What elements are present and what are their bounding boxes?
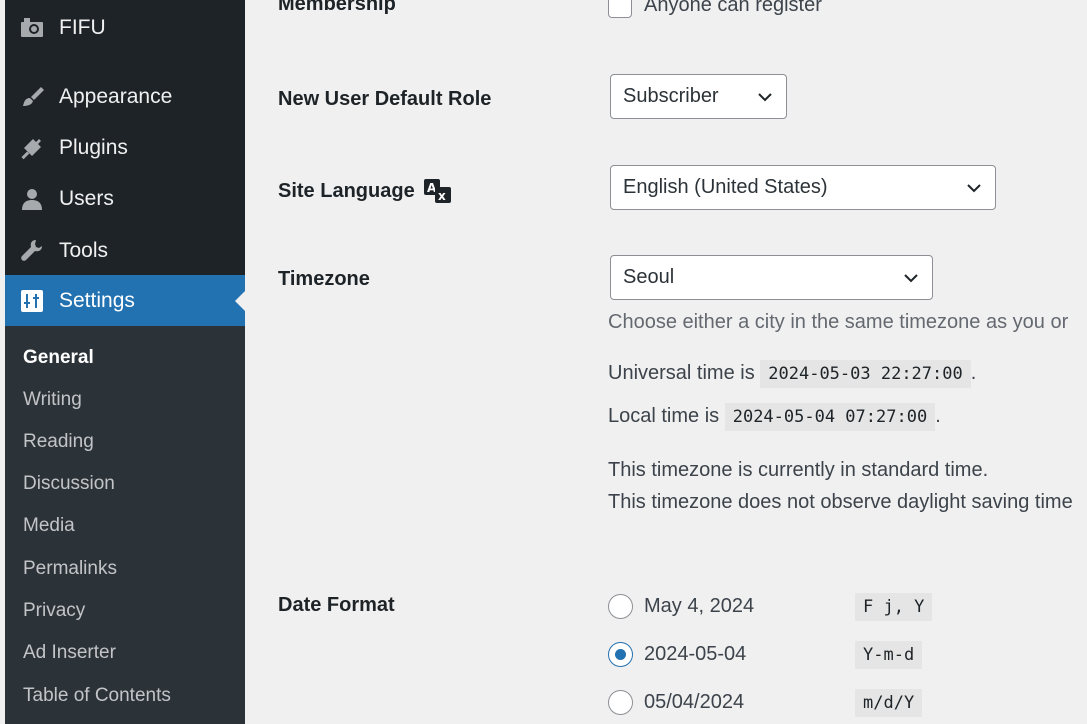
date-format-option-label: 05/04/2024 (644, 691, 745, 713)
sidebar-item-plugins[interactable]: Plugins (5, 122, 245, 173)
local-time-period: . (935, 405, 941, 427)
user-icon (17, 186, 47, 212)
sidebar-item-appearance[interactable]: Appearance (5, 71, 245, 122)
submenu-item-general[interactable]: General (23, 347, 94, 369)
default-role-select[interactable]: Subscriber (610, 74, 787, 119)
sidebar-item-label: Appearance (59, 84, 173, 108)
universal-time-value: 2024-05-03 22:27:00 (760, 360, 971, 388)
local-time-prefix: Local time is (608, 405, 720, 427)
timezone-label: Timezone (278, 268, 370, 290)
chevron-down-icon (965, 179, 983, 197)
admin-sidebar: FIFU Appearance Plugins Users Tools Sett… (5, 0, 245, 724)
date-format-radio[interactable] (608, 690, 633, 715)
local-time-value: 2024-05-04 07:27:00 (724, 403, 936, 431)
sidebar-item-fifu[interactable]: FIFU (5, 2, 245, 53)
sidebar-item-tools[interactable]: Tools (5, 225, 245, 276)
plug-icon (17, 135, 47, 161)
active-indicator (235, 291, 245, 311)
universal-time-row: Universal time is 2024-05-03 22:27:00. (608, 360, 977, 388)
paintbrush-icon (17, 84, 47, 110)
date-format-code: Y-m-d (855, 641, 923, 669)
date-format-option-label: 2024-05-04 (644, 643, 747, 665)
dst-status-line1: This timezone is currently in standard t… (608, 459, 989, 481)
date-format-code: m/d/Y (855, 689, 923, 717)
submenu-item-reading[interactable]: Reading (23, 431, 94, 453)
submenu-item-writing[interactable]: Writing (23, 389, 82, 411)
sidebar-item-label: FIFU (59, 15, 106, 39)
submenu-item-ad-inserter[interactable]: Ad Inserter (23, 642, 116, 664)
sliders-icon (17, 288, 47, 314)
timezone-hint: Choose either a city in the same timezon… (608, 311, 1069, 333)
default-role-value: Subscriber (623, 85, 719, 107)
timezone-value: Seoul (623, 266, 675, 288)
local-time-row: Local time is 2024-05-04 07:27:00. (608, 403, 941, 431)
submenu-item-media[interactable]: Media (23, 515, 75, 537)
sidebar-item-label: Users (59, 186, 114, 210)
date-format-option-label: May 4, 2024 (644, 595, 755, 617)
camera-icon (17, 15, 47, 41)
date-format-radio[interactable] (608, 594, 633, 619)
dst-status-line2: This timezone does not observe daylight … (608, 491, 1073, 513)
wrench-icon (17, 238, 47, 264)
anyone-can-register-label: Anyone can register (644, 0, 822, 16)
universal-time-prefix: Universal time is (608, 362, 755, 384)
site-language-value: English (United States) (623, 176, 828, 198)
sidebar-item-users[interactable]: Users (5, 173, 245, 224)
chevron-down-icon (902, 269, 920, 287)
site-language-select[interactable]: English (United States) (610, 165, 996, 210)
sidebar-item-label: Tools (59, 238, 109, 262)
submenu-item-discussion[interactable]: Discussion (23, 473, 115, 495)
date-format-label: Date Format (278, 594, 395, 616)
universal-time-period: . (970, 362, 977, 384)
submenu-item-table-of-contents[interactable]: Table of Contents (23, 685, 171, 707)
sidebar-item-label: Plugins (59, 135, 128, 159)
default-role-label: New User Default Role (278, 88, 492, 110)
sidebar-item-label: Settings (59, 288, 135, 312)
submenu-item-permalinks[interactable]: Permalinks (23, 558, 117, 580)
chevron-down-icon (756, 88, 774, 106)
translate-icon: Ax (423, 178, 453, 204)
anyone-can-register-checkbox[interactable] (608, 0, 632, 18)
membership-label: Membership (278, 0, 396, 15)
date-format-code: F j, Y (855, 593, 933, 621)
submenu-item-privacy[interactable]: Privacy (23, 600, 85, 622)
settings-submenu: General Writing Reading Discussion Media… (5, 326, 245, 724)
site-language-label: Site Language (278, 179, 415, 202)
sidebar-item-settings[interactable]: Settings (5, 275, 245, 326)
svg-text:x: x (438, 189, 446, 203)
site-language-label-row: Site Language Ax (278, 178, 453, 204)
date-format-radio[interactable] (608, 642, 633, 667)
timezone-select[interactable]: Seoul (610, 255, 933, 300)
